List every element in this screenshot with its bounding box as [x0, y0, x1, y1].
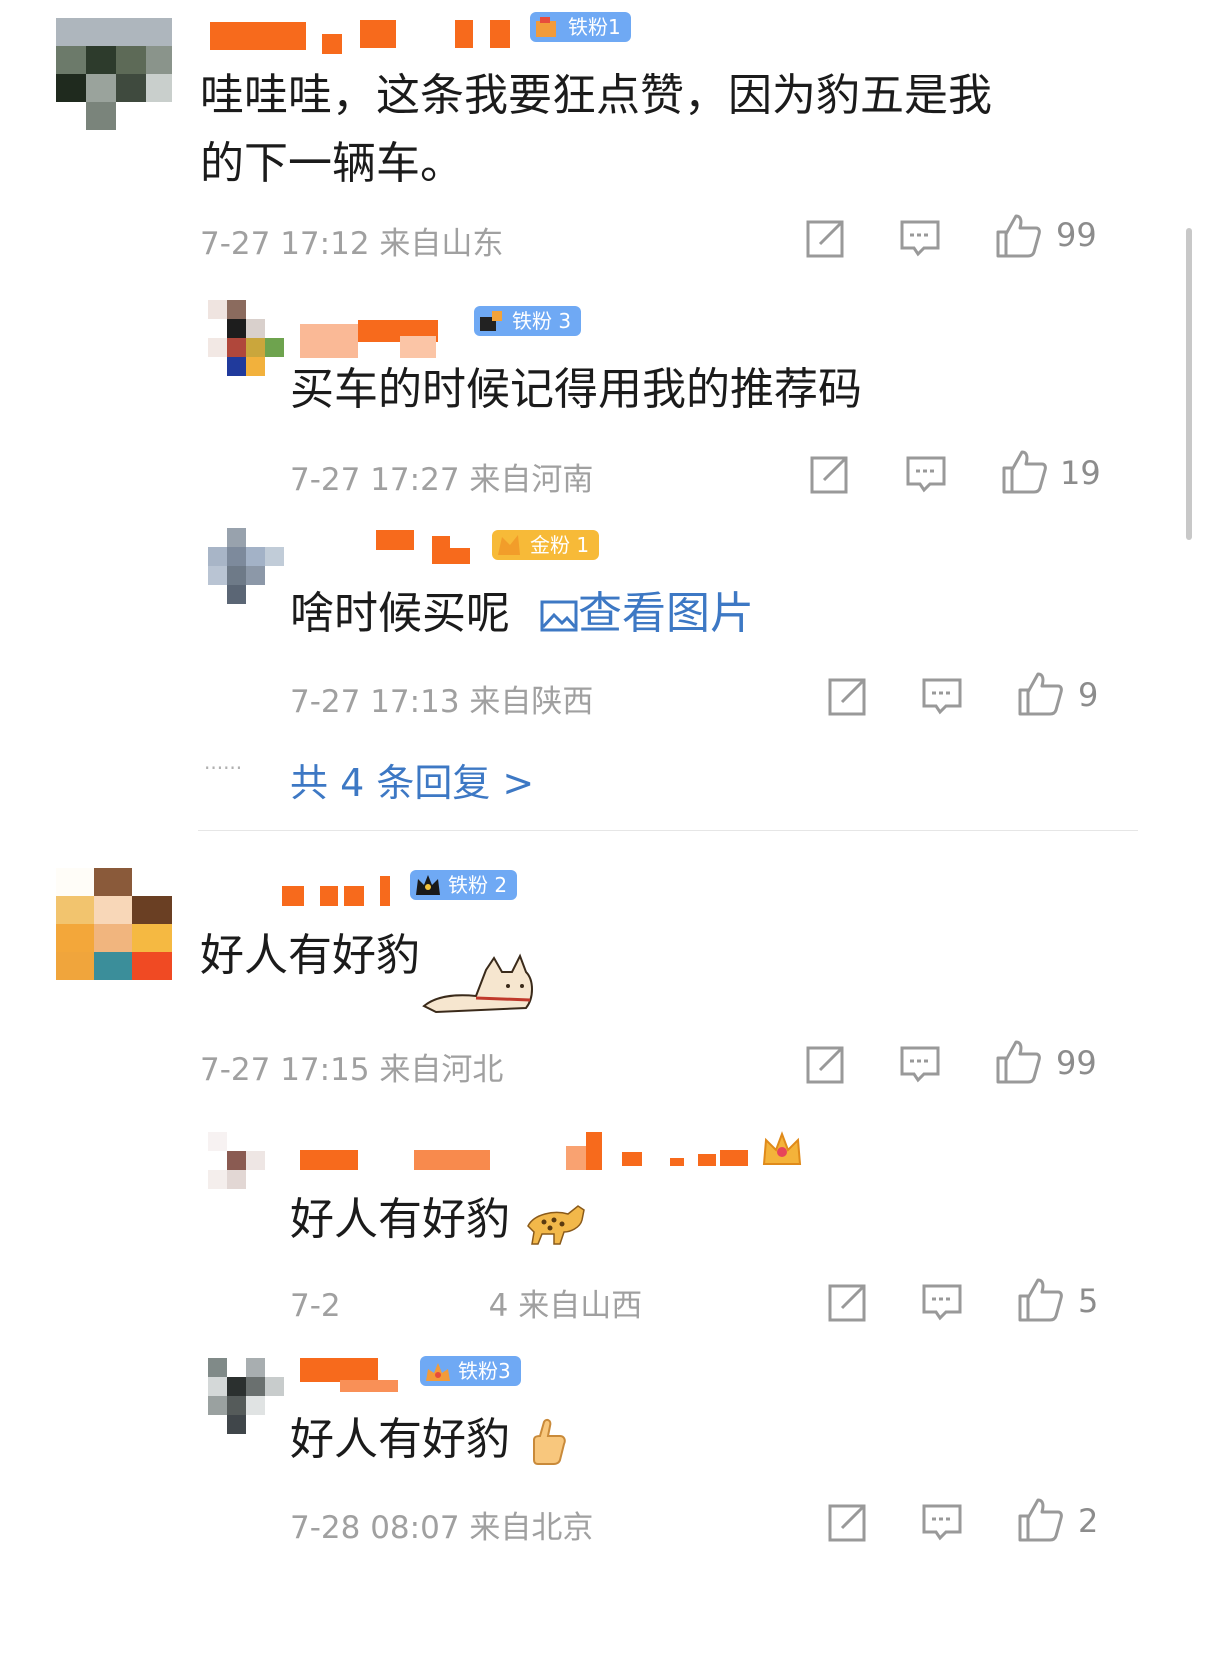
reply-meta: 7-27 17:27 来自河南 [290, 462, 594, 498]
fan-badge: 铁粉 2 [410, 870, 518, 900]
thumbs-up-icon[interactable] [1016, 1276, 1064, 1324]
comment-text: 哇哇哇，这条我要狂点赞，因为豹五是我 的下一辆车。 [200, 70, 992, 189]
repost-icon[interactable] [804, 1042, 848, 1086]
like-count: 9 [1078, 676, 1099, 714]
badge-label: 铁粉3 [458, 1359, 511, 1383]
reply-meta: 7-27 17:13 来自陕西 [290, 684, 594, 720]
crown-icon [416, 875, 440, 895]
thumbs-up-icon[interactable] [994, 1038, 1042, 1086]
like-count: 2 [1078, 1502, 1099, 1540]
badge-icon [426, 1363, 450, 1381]
like-count: 19 [1060, 454, 1101, 492]
badge-label: 铁粉1 [568, 15, 621, 39]
reply-meta: 7-28 08:07 来自北京 [290, 1510, 594, 1546]
like-count: 99 [1056, 1044, 1097, 1082]
image-icon[interactable] [540, 599, 578, 633]
username-redacted[interactable] [282, 870, 402, 910]
comment-meta: 7-27 17:12 来自山东 [200, 226, 504, 262]
avatar[interactable] [208, 528, 284, 604]
fan-badge: 铁粉 3 [474, 306, 582, 336]
more-dots: ······ [204, 756, 243, 780]
avatar[interactable] [208, 1132, 284, 1192]
reply-text: 好人有好豹 [290, 1410, 568, 1470]
repost-icon[interactable] [808, 452, 852, 496]
dog-sticker [422, 953, 533, 1014]
badge-label: 金粉 1 [530, 533, 590, 557]
crown-icon [762, 1131, 802, 1165]
repost-icon[interactable] [826, 1500, 870, 1544]
thumbs-up-emoji [533, 1418, 566, 1465]
repost-icon[interactable] [826, 674, 870, 718]
badge-label: 铁粉 2 [448, 873, 508, 897]
fan-badge: 铁粉3 [420, 1356, 521, 1386]
repost-icon[interactable] [826, 1280, 870, 1324]
repost-icon[interactable] [804, 216, 848, 260]
avatar[interactable] [208, 1358, 284, 1434]
comment-icon[interactable] [920, 1280, 964, 1324]
avatar[interactable] [208, 300, 284, 376]
badge-icon [536, 17, 556, 37]
fan-badge: 铁粉1 [530, 12, 631, 42]
comment-meta: 7-27 17:15 来自河北 [200, 1052, 504, 1088]
thumbs-up-icon[interactable] [994, 212, 1042, 260]
reply-text: 好人有好豹 [290, 1190, 588, 1250]
username-redacted[interactable] [300, 1132, 760, 1172]
avatar[interactable] [56, 868, 172, 980]
reply-meta: 7-2 4 来自山西 [290, 1288, 643, 1324]
reply-text: 买车的时候记得用我的推荐码 [290, 364, 862, 415]
leopard-emoji [527, 1205, 585, 1245]
username-redacted[interactable] [376, 528, 486, 568]
username-redacted[interactable] [300, 318, 470, 358]
avatar[interactable] [56, 18, 172, 130]
scrollbar[interactable] [1186, 228, 1192, 540]
comment-text: 好人有好豹 [200, 930, 420, 981]
username-redacted[interactable] [300, 1356, 410, 1396]
thumbs-up-icon[interactable] [1016, 1496, 1064, 1544]
badge-label: 铁粉 3 [512, 309, 572, 333]
badge-icon [480, 311, 502, 331]
comment-icon[interactable] [898, 1042, 942, 1086]
like-count: 5 [1078, 1282, 1099, 1320]
badge-icon [498, 535, 520, 555]
thumbs-up-icon[interactable] [1000, 448, 1048, 496]
comment-icon[interactable] [920, 1500, 964, 1544]
username-redacted[interactable] [210, 16, 540, 56]
like-count: 99 [1056, 216, 1097, 254]
fan-badge: 金粉 1 [492, 530, 600, 560]
reply-text: 啥时候买呢 查看图片 [290, 588, 754, 639]
comment-icon[interactable] [920, 674, 964, 718]
comment-icon[interactable] [904, 452, 948, 496]
more-replies-link[interactable]: 共 4 条回复 > [290, 752, 534, 807]
comment-icon[interactable] [898, 216, 942, 260]
view-image-link[interactable]: 查看图片 [578, 588, 754, 639]
thumbs-up-icon[interactable] [1016, 670, 1064, 718]
divider [198, 830, 1138, 831]
